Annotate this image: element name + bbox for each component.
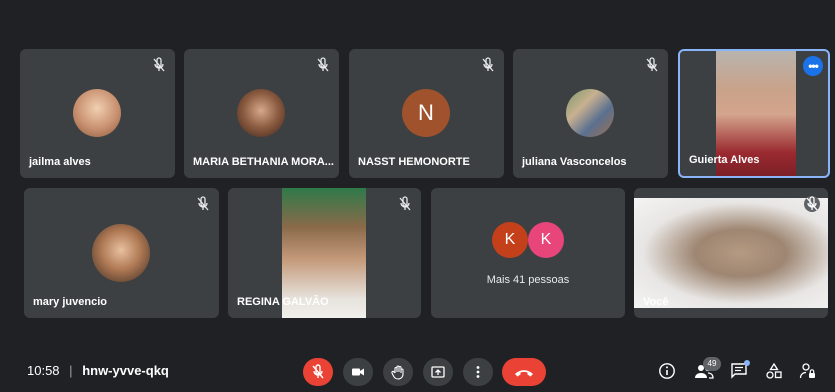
participant-name: MARIA BETHANIA MORA... xyxy=(193,156,334,168)
host-controls-button[interactable] xyxy=(797,360,819,382)
activities-button[interactable] xyxy=(763,360,785,382)
participant-name: Guierta Alves xyxy=(689,154,760,166)
hand-icon xyxy=(391,365,404,380)
participant-tile-guierta[interactable]: ••• Guierta Alves xyxy=(678,49,830,178)
meeting-info: 10:58 | hnw-yvve-qkq xyxy=(27,363,169,378)
mic-toggle-button[interactable] xyxy=(303,358,333,386)
mic-off-icon xyxy=(197,196,209,211)
present-icon xyxy=(431,366,445,378)
participant-video xyxy=(634,198,828,308)
more-options-icon[interactable]: ••• xyxy=(803,56,823,76)
participant-tile-juliana[interactable]: juliana Vasconcelos xyxy=(513,49,668,178)
activities-icon xyxy=(766,362,782,379)
participant-tile-maria[interactable]: MARIA BETHANIA MORA... xyxy=(184,49,339,178)
avatar-initial: K xyxy=(528,222,564,258)
avatar-initial: K xyxy=(492,222,528,258)
avatar xyxy=(237,89,285,137)
notification-dot xyxy=(744,360,750,366)
more-options-button[interactable] xyxy=(463,358,493,386)
mic-off-icon xyxy=(399,196,411,211)
mic-off-icon xyxy=(317,57,329,72)
avatar-initial: N xyxy=(402,89,450,137)
participant-name: Você xyxy=(643,296,669,308)
participant-tile-jailma[interactable]: jailma alves xyxy=(20,49,175,178)
hang-up-icon xyxy=(515,370,533,377)
meeting-details-button[interactable] xyxy=(656,360,678,382)
participant-tile-nasst[interactable]: N NASST HEMONORTE xyxy=(349,49,504,178)
avatar xyxy=(92,224,150,282)
info-icon xyxy=(659,363,675,379)
participant-name: jailma alves xyxy=(29,156,91,168)
camera-toggle-button[interactable] xyxy=(343,358,373,386)
separator: | xyxy=(69,363,73,378)
overflow-label: Mais 41 pessoas xyxy=(486,274,570,286)
participant-name: REGINA GALVÃO xyxy=(237,296,329,308)
more-vert-icon xyxy=(476,366,480,378)
mic-off-icon xyxy=(312,364,324,379)
present-screen-button[interactable] xyxy=(423,358,453,386)
participant-tile-mary[interactable]: mary juvencio xyxy=(24,188,219,318)
mic-off-icon xyxy=(482,57,494,72)
participant-tile-regina[interactable]: REGINA GALVÃO xyxy=(228,188,421,318)
raise-hand-button[interactable] xyxy=(383,358,413,386)
participant-name: juliana Vasconcelos xyxy=(522,156,627,168)
lock-person-icon xyxy=(799,363,815,379)
avatar xyxy=(73,89,121,137)
chat-button[interactable] xyxy=(728,360,750,382)
mic-off-icon xyxy=(646,57,658,72)
participant-name: NASST HEMONORTE xyxy=(358,156,470,168)
avatar xyxy=(566,89,614,137)
overflow-tile[interactable]: K K Mais 41 pessoas xyxy=(431,188,625,318)
meeting-code: hnw-yvve-qkq xyxy=(82,363,169,378)
participant-name: mary juvencio xyxy=(33,296,107,308)
camera-icon xyxy=(352,368,364,376)
meeting-time: 10:58 xyxy=(27,363,60,378)
mic-off-icon xyxy=(804,196,820,212)
people-count-badge: 49 xyxy=(703,357,721,371)
leave-call-button[interactable] xyxy=(502,358,546,386)
participant-tile-self[interactable]: Você xyxy=(634,188,828,318)
mic-off-icon xyxy=(153,57,165,72)
